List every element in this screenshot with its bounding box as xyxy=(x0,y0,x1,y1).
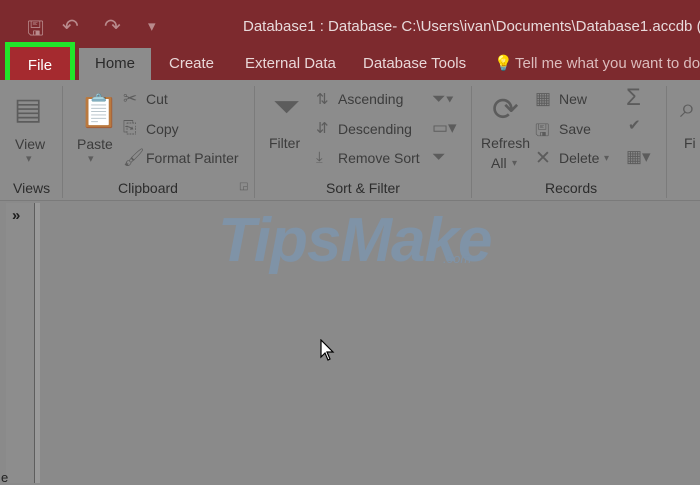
group-label-clipboard: Clipboard xyxy=(118,180,178,196)
refresh-icon: ⟳ xyxy=(492,91,519,127)
ascending-button[interactable]: Ascending xyxy=(338,91,403,107)
group-label-views: Views xyxy=(13,180,51,196)
find-icon: ⌕ xyxy=(680,92,696,123)
sort-descending-icon: ⇵ xyxy=(316,120,329,137)
window-title: Database1 : Database- C:\Users\ivan\Docu… xyxy=(243,18,700,35)
group-separator xyxy=(666,86,667,198)
selection-icon[interactable]: ⏷▾ xyxy=(432,89,454,109)
refresh-all-label[interactable]: All xyxy=(491,155,507,171)
copy-button[interactable]: Copy xyxy=(146,121,179,137)
redo-icon[interactable]: ↷ xyxy=(104,14,121,39)
tab-external-data[interactable]: External Data xyxy=(245,48,336,80)
refresh-dropdown-icon[interactable]: ▾ xyxy=(512,158,517,169)
paste-dropdown-icon[interactable]: ▾ xyxy=(88,152,94,165)
remove-sort-button[interactable]: Remove Sort xyxy=(338,150,420,166)
paste-button[interactable]: Paste xyxy=(77,136,113,152)
find-button[interactable]: Fi xyxy=(684,135,696,151)
totals-icon[interactable]: Σ xyxy=(626,84,641,112)
tab-home[interactable]: Home xyxy=(79,48,151,80)
new-record-icon: ▦ xyxy=(535,89,552,108)
scissors-icon: ✂ xyxy=(123,89,138,108)
group-label-sort-filter: Sort & Filter xyxy=(326,180,400,196)
lightbulb-icon: 💡 xyxy=(494,55,513,72)
format-painter-icon: 🖌 xyxy=(123,148,145,167)
tab-database-tools[interactable]: Database Tools xyxy=(363,48,466,80)
delete-dropdown-icon[interactable]: ▾ xyxy=(604,153,609,164)
group-separator xyxy=(62,86,63,198)
undo-icon[interactable]: ↶ xyxy=(62,14,79,39)
cut-button[interactable]: Cut xyxy=(146,91,168,107)
advanced-filter-icon[interactable]: ▭▾ xyxy=(432,118,457,138)
save-record-icon: 🖫 xyxy=(535,121,550,140)
toggle-filter-icon[interactable]: ⏷ xyxy=(432,147,446,167)
group-separator xyxy=(471,86,472,198)
mouse-cursor-icon xyxy=(320,339,335,361)
more-icon[interactable]: ▦▾ xyxy=(626,147,651,167)
delete-record-button[interactable]: Delete xyxy=(559,150,599,166)
filter-icon: ⏷ xyxy=(273,88,301,126)
navigation-pane xyxy=(6,203,36,483)
spelling-icon[interactable]: ✔ xyxy=(628,116,641,134)
save-record-button[interactable]: Save xyxy=(559,121,591,137)
copy-icon: ⎘ xyxy=(123,118,137,137)
dialog-launcher-icon[interactable]: ◲ xyxy=(239,181,248,192)
expand-nav-pane-button[interactable]: » xyxy=(12,207,20,224)
navigation-pane-edge xyxy=(35,203,40,483)
filter-button[interactable]: Filter xyxy=(269,135,300,151)
descending-button[interactable]: Descending xyxy=(338,121,412,137)
sort-ascending-icon: ⇅ xyxy=(316,91,329,108)
delete-icon: ✕ xyxy=(535,148,551,169)
group-separator xyxy=(254,86,255,198)
group-label-records: Records xyxy=(545,180,598,196)
customize-qat-icon[interactable]: ▾ xyxy=(148,17,156,35)
tab-create[interactable]: Create xyxy=(169,48,214,80)
tell-me-search[interactable]: Tell me what you want to do xyxy=(515,48,700,80)
new-record-button[interactable]: New xyxy=(559,91,587,107)
paste-icon: 📋 xyxy=(79,93,119,129)
watermark-suffix: .com xyxy=(443,251,472,266)
ribbon-divider xyxy=(0,200,700,201)
remove-sort-icon: ⤓ xyxy=(316,149,323,166)
refresh-button[interactable]: Refresh xyxy=(481,135,530,151)
view-icon: ▤ xyxy=(14,93,43,126)
view-dropdown-icon[interactable]: ▾ xyxy=(26,152,32,165)
view-button[interactable]: View xyxy=(15,136,45,152)
format-painter-button[interactable]: Format Painter xyxy=(146,150,239,166)
